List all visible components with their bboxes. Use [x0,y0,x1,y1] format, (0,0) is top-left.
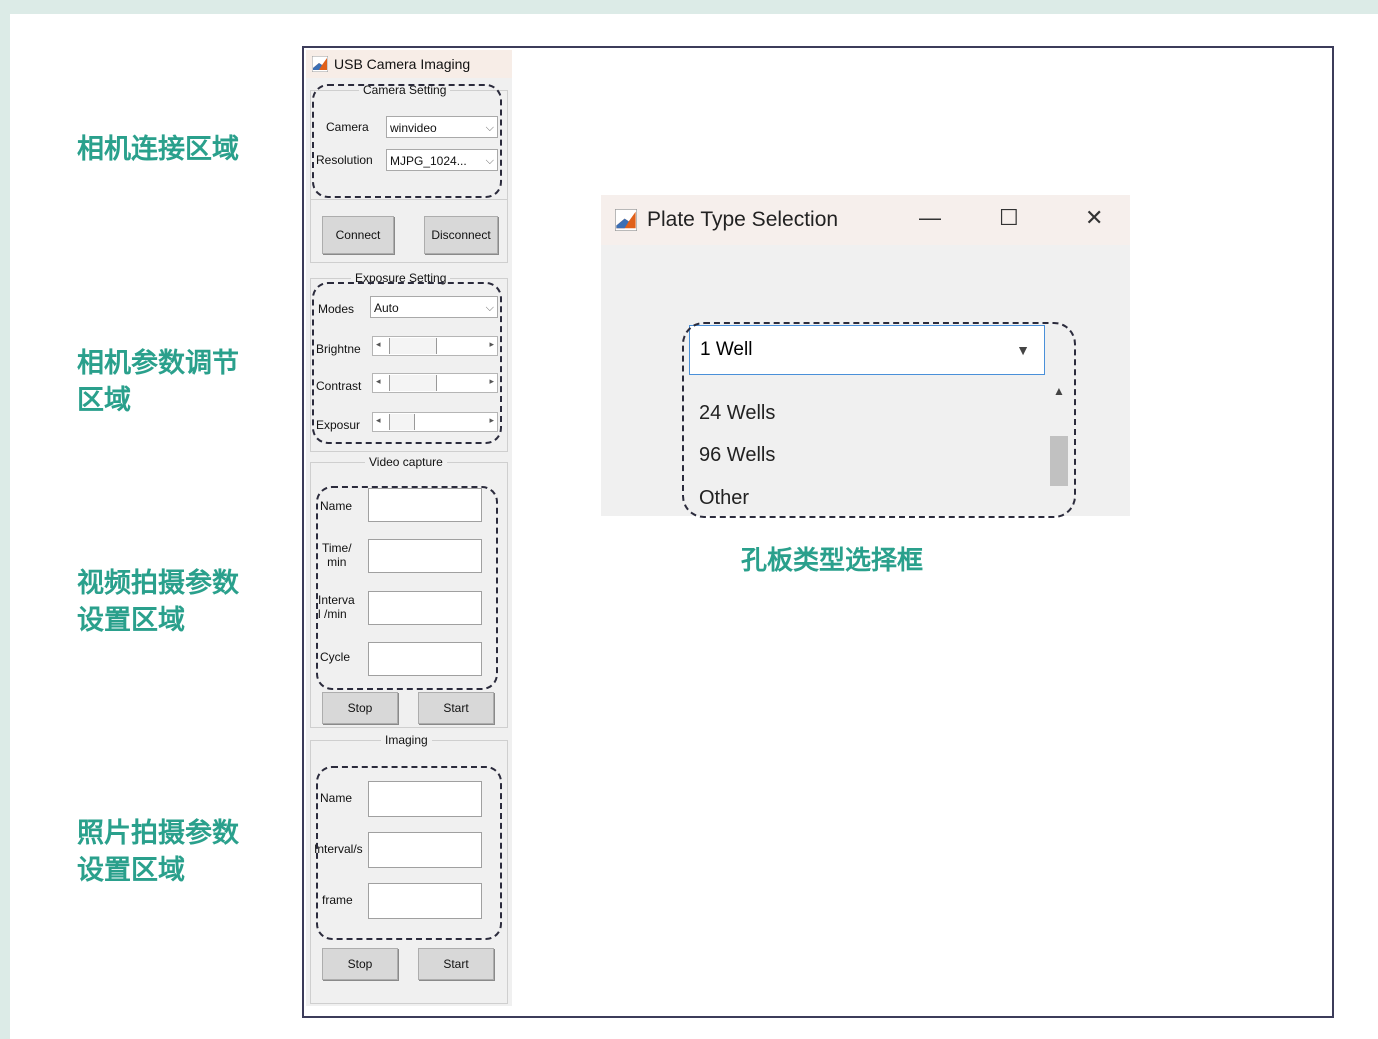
plate-window-titlebar: Plate Type Selection — ☐ ✕ [601,195,1130,245]
maximize-icon[interactable]: ☐ [999,205,1019,231]
video-name-label: Name [320,499,353,513]
slider-thumb[interactable] [389,338,437,354]
label-camera-connection-area: 相机连接区域 [77,134,239,165]
video-capture-title: Video capture [365,455,447,469]
close-icon[interactable]: ✕ [1085,205,1103,231]
imaging-name-label: Name [320,791,353,805]
imaging-interval-label: Interval/s [314,842,363,856]
camera-value: winvideo [390,121,437,135]
matlab-icon [615,209,637,231]
video-interval-input[interactable] [368,591,482,625]
plate-type-caption: 孔板类型选择框 [741,546,924,576]
chevron-down-icon: ⌵ [485,155,494,167]
resolution-dropdown[interactable]: MJPG_1024... ⌵ [386,149,498,171]
plate-type-highlight [682,322,1076,518]
arrow-left-icon: ◂ [376,339,381,349]
modes-dropdown[interactable]: Auto ⌵ [370,296,498,318]
frame-top-border [0,0,1378,14]
arrow-left-icon: ◂ [376,415,381,425]
imaging-name-input[interactable] [368,781,482,817]
imaging-start-button[interactable]: Start [418,948,494,980]
brightness-slider[interactable]: ◂ ▸ [372,336,498,356]
plate-window-title: Plate Type Selection [647,208,839,231]
chevron-down-icon: ⌵ [485,302,494,314]
camera-dropdown[interactable]: winvideo ⌵ [386,116,498,138]
imaging-frame-input[interactable] [368,883,482,919]
video-name-input[interactable] [368,488,482,522]
imaging-frame-label: frame [322,893,353,907]
camera-setting-highlight [312,84,502,198]
usb-window-titlebar: USB Camera Imaging [306,50,512,78]
disconnect-button[interactable]: Disconnect [424,216,498,254]
label-video-parameter-area: 视频拍摄参数 设置区域 [77,568,239,636]
video-cycle-label: Cycle [320,650,351,664]
slider-thumb[interactable] [389,375,437,391]
minimize-icon[interactable]: — [919,205,941,231]
arrow-right-icon: ▸ [489,339,494,349]
slider-thumb[interactable] [389,414,415,430]
modes-label: Modes [318,302,355,316]
imaging-title: Imaging [381,733,432,747]
camera-label: Camera [326,120,369,134]
label-photo-parameter-area: 照片拍摄参数 设置区域 [77,818,239,886]
arrow-left-icon: ◂ [376,376,381,386]
frame-left-border [0,0,10,1039]
video-time-label: Time/ min [322,541,352,569]
chevron-down-icon: ⌵ [485,122,494,134]
exposure-label: Exposur [316,418,361,432]
imaging-interval-input[interactable] [368,832,482,868]
usb-camera-window: USB Camera Imaging Camera Setting Camera… [306,50,512,1006]
contrast-label: Contrast [316,379,362,393]
resolution-label: Resolution [316,153,373,167]
matlab-icon [312,56,328,72]
modes-value: Auto [374,301,399,315]
arrow-right-icon: ▸ [489,376,494,386]
arrow-right-icon: ▸ [489,415,494,425]
imaging-stop-button[interactable]: Stop [322,948,398,980]
video-interval-label: Interva l /min [318,593,355,621]
exposure-slider[interactable]: ◂ ▸ [372,412,498,432]
contrast-slider[interactable]: ◂ ▸ [372,373,498,393]
usb-window-title: USB Camera Imaging [334,56,471,72]
connect-button[interactable]: Connect [322,216,394,254]
label-camera-parameter-area: 相机参数调节 区域 [77,348,239,416]
video-stop-button[interactable]: Stop [322,692,398,724]
resolution-value: MJPG_1024... [390,154,467,168]
brightness-label: Brightne [316,342,361,356]
video-time-input[interactable] [368,539,482,573]
video-cycle-input[interactable] [368,642,482,676]
video-start-button[interactable]: Start [418,692,494,724]
